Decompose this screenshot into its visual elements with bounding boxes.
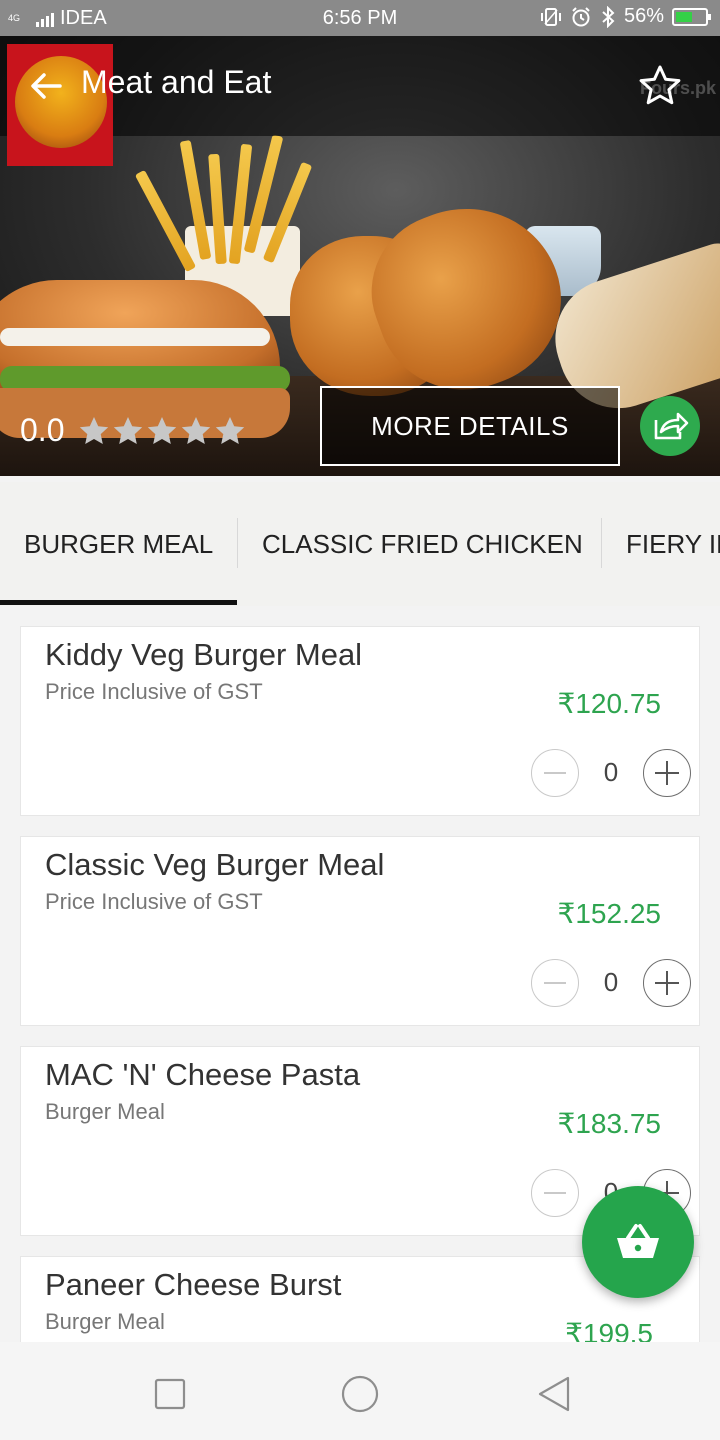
burger-sauce [0, 328, 270, 346]
tab-divider [237, 518, 238, 568]
item-subtitle: Burger Meal [45, 1099, 165, 1124]
plus-icon-vertical [666, 761, 668, 785]
increase-button[interactable] [643, 749, 691, 797]
minus-icon [544, 1192, 566, 1194]
circle-icon[interactable] [340, 1374, 380, 1414]
item-subtitle: Burger Meal [45, 1309, 165, 1334]
share-button[interactable] [640, 396, 700, 456]
bluetooth-icon [602, 5, 615, 28]
item-name: MAC 'N' Cheese Pasta [45, 1057, 361, 1092]
more-details-button[interactable]: MORE DETAILS [320, 386, 620, 466]
quantity-value: 0 [603, 757, 619, 787]
triangle-back-icon[interactable] [534, 1374, 574, 1414]
minus-icon [544, 772, 566, 774]
rating-star-icon [148, 416, 177, 444]
item-price: ₹199.5 [565, 1318, 653, 1342]
square-icon[interactable] [150, 1374, 190, 1414]
vibrate-icon [540, 7, 561, 26]
status-bar: 4G IDEA 6:56 PM 56% [0, 0, 720, 36]
battery-icon [672, 7, 711, 26]
plus-icon-vertical [666, 971, 668, 995]
item-name: Classic Veg Burger Meal [45, 847, 385, 882]
tab-fiery[interactable]: FIERY IN [626, 482, 720, 606]
quantity-stepper: 0 [531, 749, 691, 797]
item-name: Paneer Cheese Burst [45, 1267, 342, 1302]
rating-star-icon [80, 416, 109, 444]
category-tabs: BURGER MEAL CLASSIC FRIED CHICKEN FIERY … [0, 482, 720, 606]
star-outline-icon[interactable] [636, 62, 684, 110]
menu-item-card[interactable]: Kiddy Veg Burger Meal Price Inclusive of… [20, 626, 700, 816]
decrease-button[interactable] [531, 959, 579, 1007]
tab-divider [601, 518, 602, 568]
tab-burger-meal[interactable]: BURGER MEAL [24, 482, 213, 606]
item-name: Kiddy Veg Burger Meal [45, 637, 363, 672]
alarm-icon [572, 6, 590, 26]
item-price: ₹120.75 [557, 688, 661, 719]
quantity-value: 0 [603, 967, 619, 997]
rating-value: 0.0 [20, 412, 65, 448]
basket-icon [617, 1224, 659, 1258]
restaurant-hero: Meat and Eat Fours.pk 0.0 MORE DETAILS [0, 36, 720, 476]
page-title: Meat and Eat [81, 64, 272, 100]
item-price: ₹183.75 [557, 1108, 661, 1139]
share-icon [654, 412, 689, 440]
battery-percent: 56% [623, 5, 664, 27]
item-price: ₹152.25 [557, 898, 661, 929]
minus-icon [544, 982, 566, 984]
item-subtitle: Price Inclusive of GST [45, 889, 263, 914]
screen: 4G IDEA 6:56 PM 56% Meat and Eat Fours.p… [0, 0, 720, 1440]
decrease-button[interactable] [531, 749, 579, 797]
quantity-stepper: 0 [531, 959, 691, 1007]
tab-classic-fried-chicken[interactable]: CLASSIC FRIED CHICKEN [262, 482, 583, 606]
menu-item-card[interactable]: Classic Veg Burger Meal Price Inclusive … [20, 836, 700, 1026]
rating-star-icon [216, 416, 245, 444]
rating-star-icon [114, 416, 143, 444]
rating-star-icon [182, 416, 211, 444]
arrow-left-icon[interactable] [26, 66, 66, 106]
rating-stars [78, 415, 246, 447]
battery-level [676, 11, 692, 22]
cart-button[interactable] [582, 1186, 694, 1298]
increase-button[interactable] [643, 959, 691, 1007]
rating: 0.0 [20, 412, 246, 449]
status-right: 56% [540, 5, 711, 28]
item-subtitle: Price Inclusive of GST [45, 679, 263, 704]
decrease-button[interactable] [531, 1169, 579, 1217]
active-tab-indicator [0, 600, 237, 605]
system-nav-bar [0, 1342, 720, 1440]
